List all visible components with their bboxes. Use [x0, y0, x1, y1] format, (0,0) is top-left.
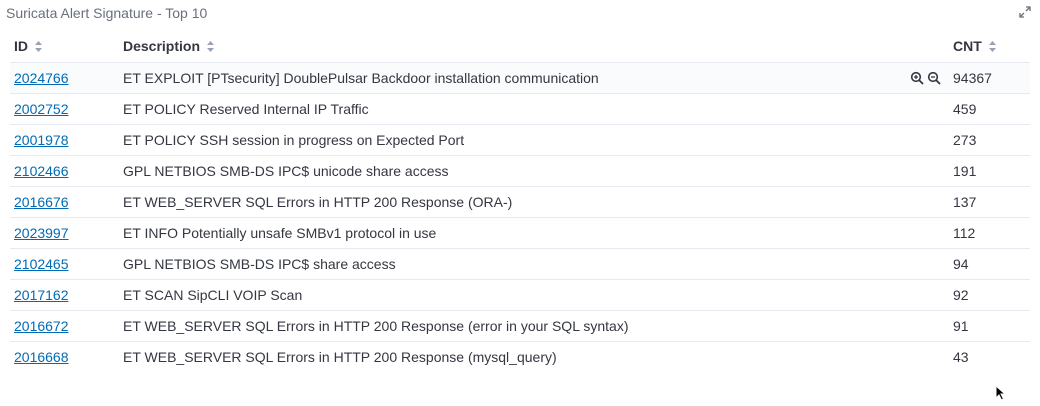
- table-row: 2017162 ET SCAN SipCLI VOIP Scan 92: [10, 279, 1030, 311]
- column-header-label: ID: [14, 37, 28, 54]
- table-row: 2102466 GPL NETBIOS SMB-DS IPC$ unicode …: [10, 155, 1030, 187]
- table-header-row: ID Description CNT: [10, 31, 1030, 63]
- cell-description: GPL NETBIOS SMB-DS IPC$ unicode share ac…: [119, 155, 949, 187]
- column-header-label: Description: [123, 37, 201, 54]
- cell-description: ET WEB_SERVER SQL Errors in HTTP 200 Res…: [119, 310, 949, 342]
- sort-icon[interactable]: [34, 39, 42, 55]
- cell-id: 2016668: [10, 341, 119, 372]
- sort-icon[interactable]: [988, 39, 996, 55]
- table-row: 2016672 ET WEB_SERVER SQL Errors in HTTP…: [10, 310, 1030, 342]
- column-header-label: CNT: [953, 37, 982, 54]
- signature-id-link[interactable]: 2102466: [14, 163, 69, 179]
- cell-count: 94: [949, 248, 1030, 280]
- cell-id: 2016676: [10, 186, 119, 218]
- fullscreen-expand-icon[interactable]: [1018, 5, 1032, 19]
- cell-id: 2024766: [10, 62, 119, 94]
- cell-id: 2023997: [10, 217, 119, 249]
- cell-count: 273: [949, 124, 1030, 156]
- table-row: 2016676 ET WEB_SERVER SQL Errors in HTTP…: [10, 186, 1030, 218]
- cell-count: 92: [949, 279, 1030, 311]
- cell-count: 112: [949, 217, 1030, 249]
- cell-id: 2002752: [10, 93, 119, 125]
- signature-description: ET EXPLOIT [PTsecurity] DoublePulsar Bac…: [123, 70, 599, 86]
- cell-description: ET POLICY Reserved Internal IP Traffic: [119, 93, 949, 125]
- signature-id-link[interactable]: 2016668: [14, 349, 69, 365]
- cell-id: 2102465: [10, 248, 119, 280]
- signature-id-link[interactable]: 2017162: [14, 287, 69, 303]
- table-row: 2023997 ET INFO Potentially unsafe SMBv1…: [10, 217, 1030, 249]
- cell-id: 2016672: [10, 310, 119, 342]
- cell-count: 191: [949, 155, 1030, 187]
- sort-icon[interactable]: [206, 39, 214, 55]
- cell-description: ET WEB_SERVER SQL Errors in HTTP 200 Res…: [119, 341, 949, 372]
- cell-id: 2001978: [10, 124, 119, 156]
- column-header-description[interactable]: Description: [119, 31, 949, 63]
- signature-id-link[interactable]: 2102465: [14, 256, 69, 272]
- signature-table: ID Description CNT 2024766 ET EXPLOIT [P…: [10, 31, 1030, 372]
- table-row: 2002752 ET POLICY Reserved Internal IP T…: [10, 93, 1030, 125]
- signature-id-link[interactable]: 2016676: [14, 194, 69, 210]
- row-filter-actions: [910, 71, 941, 85]
- cell-id: 2017162: [10, 279, 119, 311]
- cell-description: ET EXPLOIT [PTsecurity] DoublePulsar Bac…: [119, 62, 949, 94]
- cell-description: ET POLICY SSH session in progress on Exp…: [119, 124, 949, 156]
- signature-id-link[interactable]: 2024766: [14, 70, 69, 86]
- table-row: 2102465 GPL NETBIOS SMB-DS IPC$ share ac…: [10, 248, 1030, 280]
- signature-id-link[interactable]: 2016672: [14, 318, 69, 334]
- signature-id-link[interactable]: 2001978: [14, 132, 69, 148]
- cell-description: ET WEB_SERVER SQL Errors in HTTP 200 Res…: [119, 186, 949, 218]
- cell-count: 94367: [949, 62, 1030, 94]
- table-row: 2001978 ET POLICY SSH session in progres…: [10, 124, 1030, 156]
- cell-count: 459: [949, 93, 1030, 125]
- cell-description: ET SCAN SipCLI VOIP Scan: [119, 279, 949, 311]
- signature-id-link[interactable]: 2023997: [14, 225, 69, 241]
- column-header-count[interactable]: CNT: [949, 31, 1030, 63]
- zoom-out-filter-icon[interactable]: [927, 71, 941, 85]
- signature-id-link[interactable]: 2002752: [14, 101, 69, 117]
- cell-description: ET INFO Potentially unsafe SMBv1 protoco…: [119, 217, 949, 249]
- cell-count: 137: [949, 186, 1030, 218]
- table-row: 2024766 ET EXPLOIT [PTsecurity] DoublePu…: [10, 62, 1030, 94]
- cell-count: 91: [949, 310, 1030, 342]
- column-header-id[interactable]: ID: [10, 31, 119, 63]
- cell-id: 2102466: [10, 155, 119, 187]
- cell-description: GPL NETBIOS SMB-DS IPC$ share access: [119, 248, 949, 280]
- cell-count: 43: [949, 341, 1030, 372]
- zoom-in-filter-icon[interactable]: [910, 71, 924, 85]
- panel-title: Suricata Alert Signature - Top 10: [6, 5, 208, 21]
- table-row: 2016668 ET WEB_SERVER SQL Errors in HTTP…: [10, 341, 1030, 372]
